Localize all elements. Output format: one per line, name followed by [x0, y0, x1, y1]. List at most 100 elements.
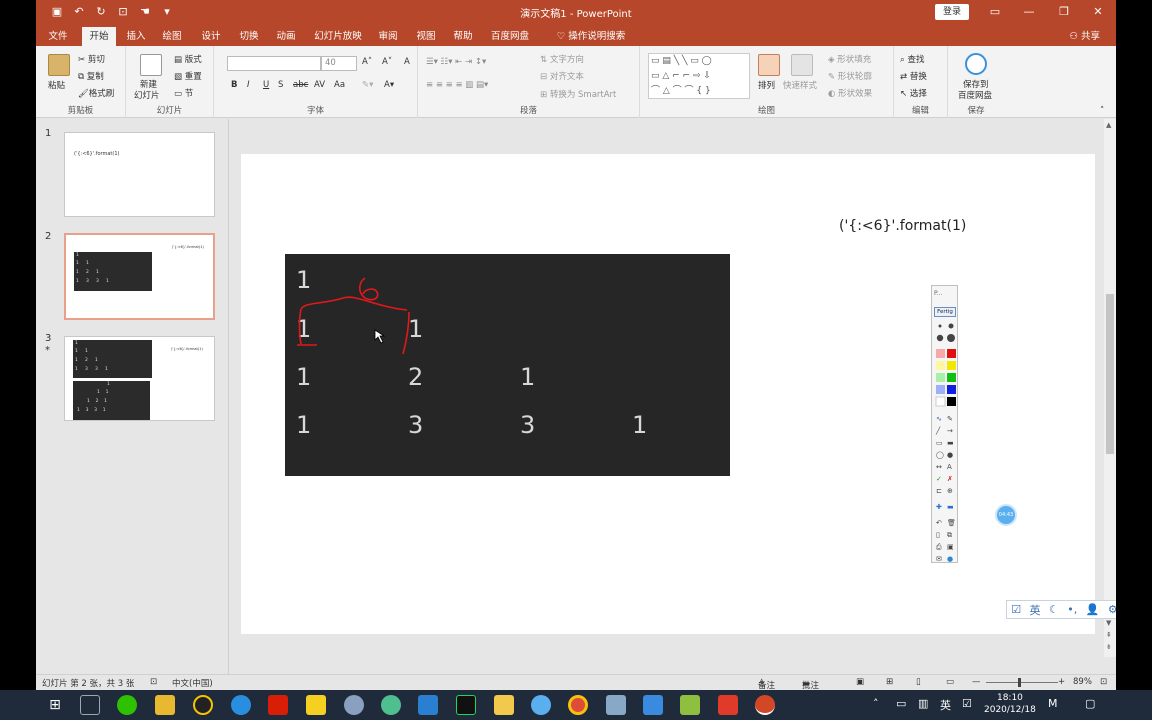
strikethrough-button[interactable]: abc	[293, 80, 308, 90]
replace-button[interactable]: ⇄ 替换	[900, 70, 927, 82]
zoom-out-button[interactable]: —	[972, 677, 981, 687]
tab-slideshow[interactable]: 幻灯片放映	[314, 27, 362, 46]
pen-toolbar-title[interactable]: P...	[934, 290, 942, 297]
text-direction-button[interactable]: ⇅ 文字方向	[540, 53, 584, 65]
font-color-icon[interactable]: A▾	[384, 80, 394, 90]
copy-button[interactable]: ⧉ 复制	[78, 70, 104, 82]
new-slide-label-2[interactable]: 幻灯片	[134, 89, 160, 101]
language-indicator[interactable]: 中文(中国)	[172, 677, 213, 689]
tab-review[interactable]: 审阅	[376, 27, 400, 46]
tray-chevron-icon[interactable]: ˄	[873, 697, 879, 710]
tab-baidu-netdisk[interactable]: 百度网盘	[489, 27, 531, 46]
clear-format-icon[interactable]: A	[404, 57, 410, 67]
tab-transitions[interactable]: 切换	[237, 27, 261, 46]
quick-styles-icon[interactable]	[791, 54, 813, 76]
tab-design[interactable]: 设计	[199, 27, 223, 46]
collapse-ribbon-icon[interactable]: ˄	[1100, 106, 1104, 116]
tab-animations[interactable]: 动画	[274, 27, 298, 46]
scroll-up-icon[interactable]: ▲	[1106, 121, 1111, 129]
app-icon-5[interactable]	[606, 695, 626, 715]
baidu-netdisk-icon[interactable]	[531, 695, 551, 715]
slideshow-view-icon[interactable]: ▭	[946, 677, 954, 687]
ime-check-icon[interactable]: ☑	[1011, 603, 1021, 616]
decrease-font-icon[interactable]: A˅	[382, 57, 392, 67]
shape-fill-button[interactable]: ◈ 形状填充	[828, 53, 871, 65]
bullets-icon[interactable]: ☰▾ ☷▾ ⇤ ⇥ ↕▾	[426, 57, 486, 67]
pdf-reader-icon[interactable]	[268, 695, 288, 715]
arrange-button[interactable]: 排列	[758, 79, 775, 91]
ribbon-display-icon[interactable]: ▭	[986, 3, 1004, 21]
spelling-icon[interactable]: ⊡	[150, 677, 157, 687]
browser-icon[interactable]	[231, 695, 251, 715]
tab-file[interactable]: 文件	[46, 27, 70, 46]
tab-view[interactable]: 视图	[414, 27, 438, 46]
wechat-icon[interactable]	[117, 695, 137, 715]
network-icon[interactable]: ▥	[918, 697, 928, 710]
tray-icon-3[interactable]: M	[1048, 697, 1058, 710]
cut-button[interactable]: ✂ 剪切	[78, 53, 105, 65]
zoom-slider-track[interactable]	[986, 682, 1058, 683]
gear-icon[interactable]: ⚙	[1108, 603, 1116, 616]
app-icon-4[interactable]	[494, 695, 514, 715]
app-icon-1[interactable]	[344, 695, 364, 715]
zoom-level[interactable]: 89%	[1073, 677, 1092, 687]
qq-icon[interactable]	[193, 695, 213, 715]
paste-button[interactable]: 粘贴	[48, 79, 65, 91]
potplayer-icon[interactable]	[306, 695, 326, 715]
login-button[interactable]: 登录	[935, 4, 969, 20]
slide-code-text[interactable]: ('{:<6}'.format(1)	[839, 218, 966, 234]
action-center-icon[interactable]: ▢	[1085, 697, 1095, 710]
shadow-button[interactable]: S	[278, 80, 283, 90]
shape-outline-button[interactable]: ✎ 形状轮廓	[828, 70, 872, 82]
chrome-icon[interactable]	[568, 695, 588, 715]
scroll-down-icon[interactable]: ▼	[1106, 619, 1111, 627]
taskbar-clock[interactable]: 18:10 2020/12/18	[984, 692, 1036, 716]
slide-pascal-image[interactable]: 1 1 1 1 2 1 1 3 3 1 6	[285, 254, 730, 476]
user-icon[interactable]: 👤	[1086, 603, 1100, 616]
powerpoint-taskbar-icon[interactable]	[755, 695, 775, 715]
restore-icon[interactable]: ❐	[1055, 3, 1073, 21]
bold-button[interactable]: B	[231, 80, 237, 90]
windows-start-icon[interactable]: ⊞	[45, 695, 65, 715]
close-icon[interactable]: ✕	[1089, 3, 1107, 21]
app-icon-2[interactable]	[381, 695, 401, 715]
shapes-gallery[interactable]: ▭ ▤ ╲ ╲ ▭ ◯ ▭ △ ⌐ ⌐ ⇨ ⇩ ⌒ △ ⌒ ⌒ { }	[648, 53, 750, 99]
section-button[interactable]: ▭ 节	[174, 87, 193, 99]
underline-button[interactable]: U	[263, 80, 269, 90]
char-spacing-button[interactable]: AV	[314, 80, 325, 90]
new-slide-icon[interactable]	[140, 54, 162, 76]
recording-timer-bubble[interactable]: 04:43	[995, 504, 1017, 526]
normal-view-icon[interactable]: ▣	[856, 677, 864, 687]
font-name-box[interactable]	[227, 56, 321, 71]
tab-home[interactable]: 开始	[82, 27, 116, 46]
app-icon-8[interactable]	[718, 695, 738, 715]
find-button[interactable]: ⌕ 查找	[900, 53, 924, 65]
align-icons[interactable]: ≡ ≡ ≡ ≡ ▥ ▤▾	[426, 80, 488, 90]
pycharm-icon[interactable]	[456, 695, 476, 715]
align-text-button[interactable]: ⊟ 对齐文本	[540, 70, 584, 82]
thumbnail-slide-3[interactable]: 1 1 1 1 2 1 1 3 3 1 1 1 1 1 2 1 1 3 3 1 …	[64, 336, 215, 421]
app-icon-3[interactable]	[418, 695, 438, 715]
arrange-icon[interactable]	[758, 54, 780, 76]
tray-icon-2[interactable]: ☑	[962, 697, 972, 710]
quick-styles-button[interactable]: 快速样式	[783, 79, 817, 91]
punctuation-icon[interactable]: •,	[1067, 603, 1077, 616]
fit-slide-icon[interactable]: ⊡	[1100, 677, 1107, 687]
save-to-line2[interactable]: 百度网盘	[958, 89, 992, 101]
ime-lang-toggle[interactable]: 英	[1030, 602, 1041, 618]
moon-icon[interactable]: ☾	[1049, 603, 1059, 616]
app-icon-7[interactable]	[680, 695, 700, 715]
layout-button[interactable]: ▤ 版式	[174, 53, 202, 65]
thumbnail-slide-1[interactable]: ('{:<6}'.format(1)	[64, 132, 215, 217]
smartart-button[interactable]: ⊞ 转换为 SmartArt	[540, 88, 616, 100]
shape-effects-button[interactable]: ◐ 形状效果	[828, 87, 872, 99]
font-size-box[interactable]: 40	[321, 56, 357, 71]
slide-sorter-icon[interactable]: ⊞	[886, 677, 893, 687]
vertical-scrollbar[interactable]: ▲ ▼ ⇞ ⇟	[1104, 119, 1116, 657]
task-view-icon[interactable]	[80, 695, 100, 715]
zoom-in-button[interactable]: +	[1058, 677, 1065, 687]
prev-slide-icon[interactable]: ⇞	[1106, 631, 1112, 639]
highlight-icon[interactable]: ✎▾	[362, 80, 373, 90]
tell-me-search[interactable]: ♡ 操作说明搜索	[546, 27, 636, 46]
scrollbar-thumb[interactable]	[1106, 294, 1114, 454]
